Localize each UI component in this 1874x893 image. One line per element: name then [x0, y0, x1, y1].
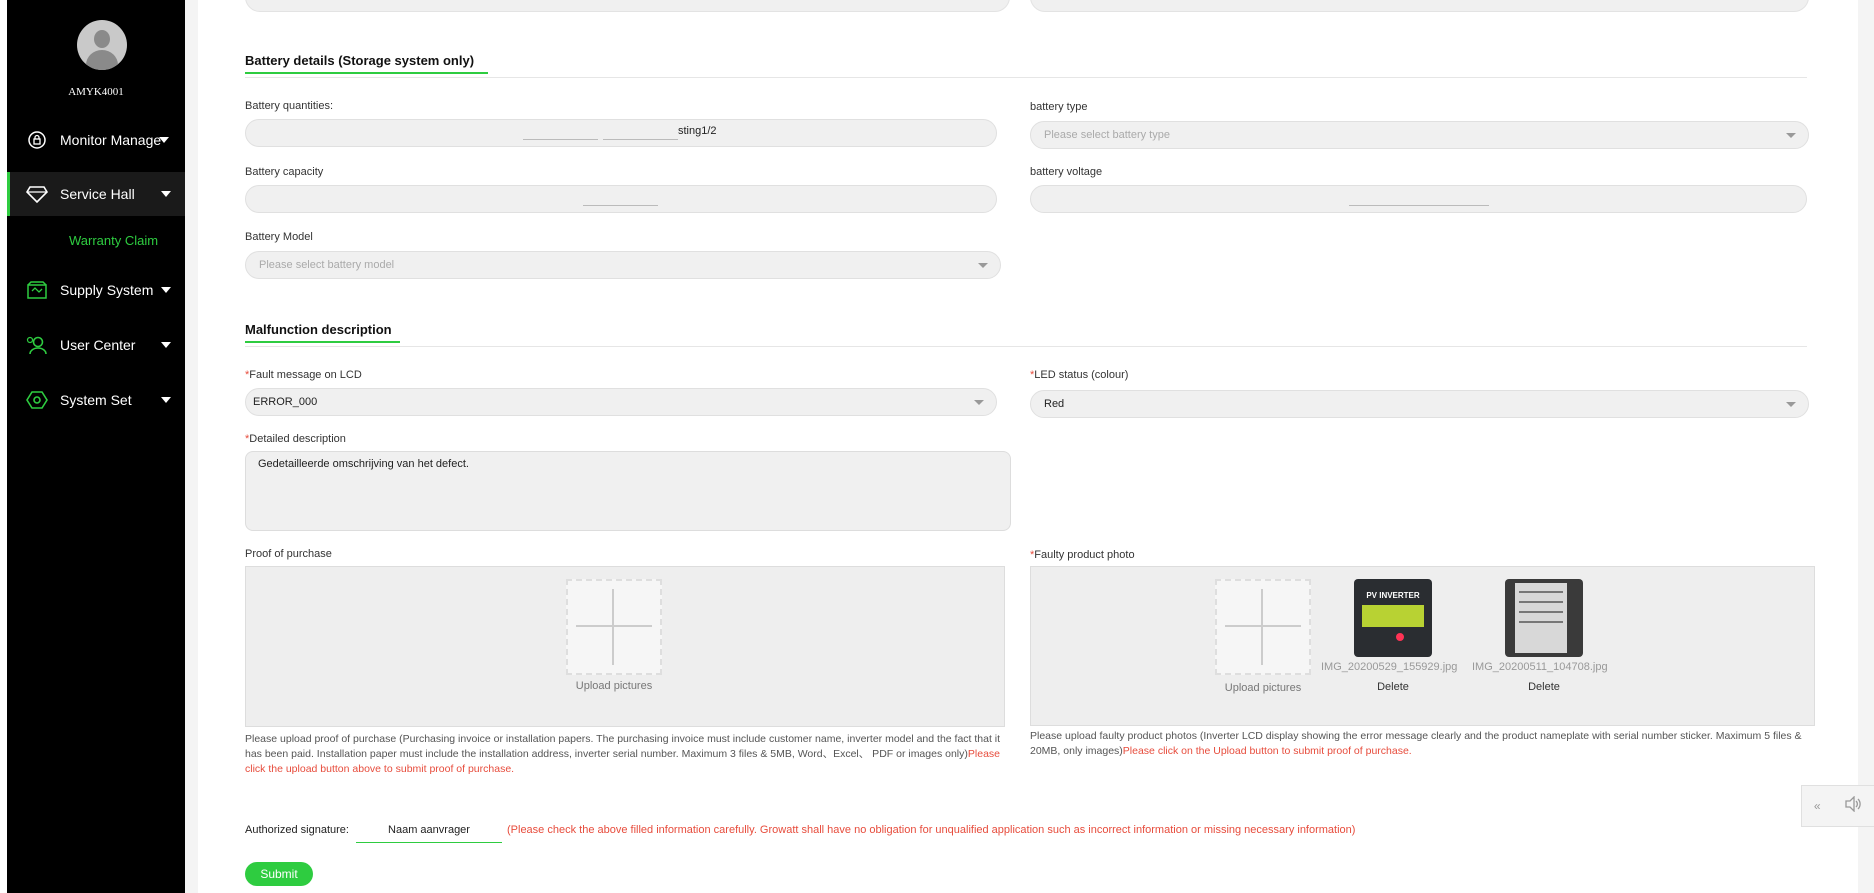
detailed-description-label: *Detailed description [245, 433, 346, 445]
battery-model-label: Battery Model [245, 231, 313, 243]
uploaded-image-thumbnail[interactable]: PV INVERTER [1354, 579, 1432, 657]
sidebar-item-supply-system[interactable]: Supply System [7, 268, 185, 312]
chevron-left-icon[interactable]: « [1814, 799, 1821, 813]
proof-of-purchase-upload-area: Upload pictures [245, 566, 1005, 727]
proof-of-purchase-label: Proof of purchase [245, 548, 332, 560]
sidebar-item-service-hall[interactable]: Service Hall [7, 172, 185, 216]
upload-caption: Upload pictures [1224, 682, 1302, 694]
chevron-down-icon [1786, 133, 1796, 138]
floating-toolbar: « [1801, 785, 1874, 827]
speaker-icon[interactable] [1844, 794, 1862, 817]
previous-field[interactable] [245, 0, 1010, 12]
sidebar-item-user-center[interactable]: User Center [7, 323, 185, 367]
chevron-down-icon [159, 137, 169, 143]
battery-voltage-label: battery voltage [1030, 166, 1103, 178]
authorized-signature-input[interactable]: Naam aanvrager [356, 818, 502, 843]
sidebar-item-monitor-manage[interactable]: Monitor Manage [7, 118, 185, 162]
sidebar-item-label: System Set [60, 392, 132, 408]
avatar[interactable] [77, 20, 127, 70]
fault-message-select[interactable]: ERROR_000 [245, 388, 997, 416]
upload-pictures-button[interactable] [566, 579, 662, 675]
form-panel: Battery details (Storage system only) Ba… [198, 0, 1858, 893]
faulty-photo-label: *Faulty product photo [1030, 549, 1135, 561]
main-content: Battery details (Storage system only) Ba… [185, 0, 1874, 893]
chevron-down-icon [161, 397, 171, 403]
sidebar-item-system-set[interactable]: System Set [7, 378, 185, 422]
proof-of-purchase-help: Please upload proof of purchase (Purchas… [245, 733, 1001, 775]
battery-voltage-input[interactable] [1030, 185, 1807, 213]
chevron-down-icon [978, 263, 988, 268]
battery-capacity-input[interactable] [245, 185, 997, 213]
chevron-down-icon [974, 400, 984, 405]
sidebar-subitem-warranty-claim[interactable]: Warranty Claim [7, 233, 185, 248]
store-icon [26, 279, 48, 301]
delete-button[interactable]: Delete [1514, 681, 1574, 693]
fault-message-label: *Fault message on LCD [245, 369, 362, 381]
username: AMYK4001 [68, 86, 124, 98]
signature-disclaimer: (Please check the above filled informati… [507, 824, 1356, 836]
uploaded-file-name: IMG_20200529_155929.jpg [1321, 661, 1458, 673]
sidebar-item-label: Monitor Manage [60, 132, 162, 148]
battery-quantities-label: Battery quantities: [245, 100, 334, 112]
upload-pictures-button[interactable] [1215, 579, 1311, 675]
submit-button[interactable]: Submit [245, 862, 313, 886]
authorized-signature-label: Authorized signature: [245, 824, 349, 836]
window-edge [0, 0, 7, 893]
battery-quantities-input[interactable]: sting1/2 [245, 119, 997, 147]
sidebar-item-label: User Center [60, 337, 136, 353]
sidebar-item-label: Service Hall [60, 186, 135, 202]
section-divider [245, 77, 1807, 78]
section-title-malfunction: Malfunction description [245, 322, 400, 343]
faulty-photo-help: Please upload faulty product photos (Inv… [1030, 730, 1802, 757]
uploaded-file-name: IMG_20200511_104708.jpg [1472, 661, 1608, 673]
led-status-select[interactable]: Red [1030, 390, 1809, 418]
delete-button[interactable]: Delete [1363, 681, 1423, 693]
faulty-photo-upload-area: Upload pictures PV INVERTER IMG_20200529… [1030, 566, 1815, 726]
battery-type-label: battery type [1030, 101, 1088, 113]
upload-caption: Upload pictures [575, 680, 653, 692]
led-status-label: *LED status (colour) [1030, 369, 1129, 381]
gear-icon [26, 389, 48, 411]
sidebar-item-label: Supply System [60, 282, 154, 298]
chevron-down-icon [161, 191, 171, 197]
detailed-description-textarea[interactable]: Gedetailleerde omschrijving van het defe… [245, 451, 1011, 531]
section-divider [245, 346, 1807, 347]
battery-type-select[interactable]: Please select battery type [1030, 121, 1809, 149]
monitor-icon [26, 129, 48, 151]
chevron-down-icon [161, 287, 171, 293]
battery-capacity-label: Battery capacity [245, 166, 324, 178]
chevron-down-icon [161, 342, 171, 348]
battery-model-select[interactable]: Please select battery model [245, 251, 1001, 279]
section-title-battery: Battery details (Storage system only) [245, 53, 488, 74]
chevron-down-icon [1786, 402, 1796, 407]
previous-field[interactable] [1030, 0, 1809, 12]
sidebar: AMYK4001 Monitor Manage Service Hall War… [7, 0, 185, 893]
diamond-icon [26, 183, 48, 205]
user-settings-icon [26, 334, 48, 356]
uploaded-image-thumbnail[interactable] [1505, 579, 1583, 657]
